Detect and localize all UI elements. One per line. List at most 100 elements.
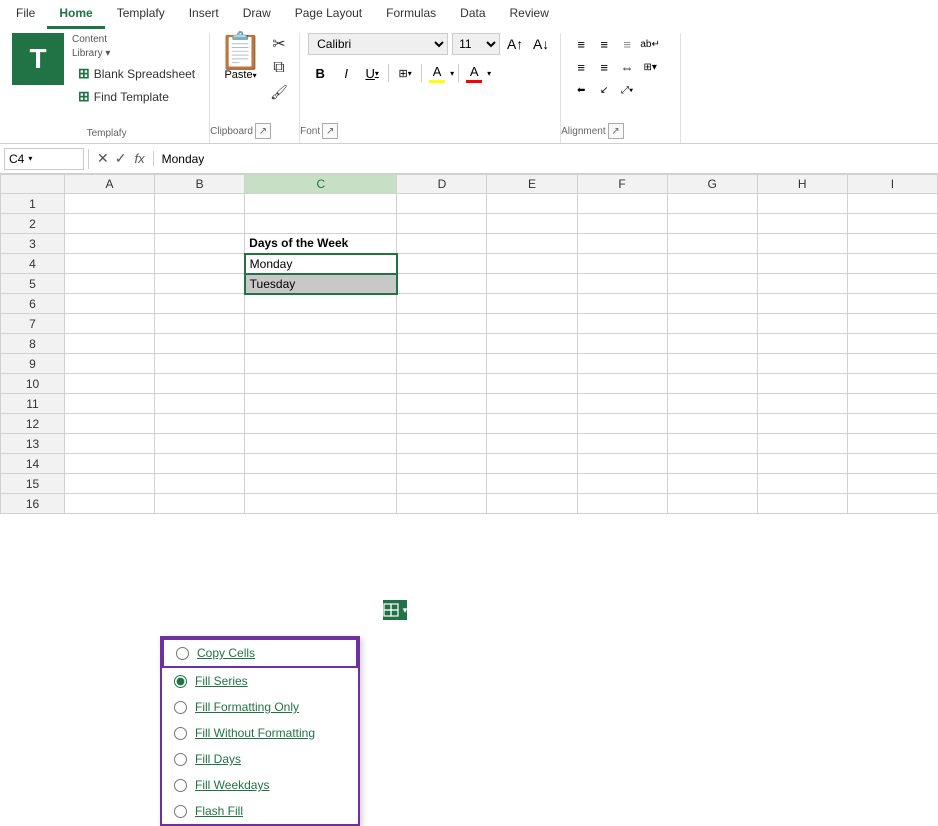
cell-i10[interactable] [847, 374, 937, 394]
cell-h16[interactable] [757, 494, 847, 514]
tab-formulas[interactable]: Formulas [374, 0, 448, 29]
cell-a1[interactable] [65, 194, 155, 214]
cell-e4[interactable] [487, 254, 577, 274]
cell-c15[interactable] [245, 474, 397, 494]
cell-c14[interactable] [245, 454, 397, 474]
cell-a10[interactable] [65, 374, 155, 394]
cell-b6[interactable] [155, 294, 245, 314]
font-shrink-button[interactable]: A↓ [530, 33, 552, 55]
cell-i12[interactable] [847, 414, 937, 434]
cell-d8[interactable] [397, 334, 487, 354]
cell-g13[interactable] [667, 434, 757, 454]
cell-b11[interactable] [155, 394, 245, 414]
cell-c7[interactable] [245, 314, 397, 334]
wrap-text-button[interactable]: ab↵ [638, 33, 662, 55]
cell-g10[interactable] [667, 374, 757, 394]
cell-f8[interactable] [577, 334, 667, 354]
cell-g3[interactable] [667, 234, 757, 254]
fill-option-fill-weekdays[interactable]: Fill Weekdays [162, 772, 358, 798]
cell-e11[interactable] [487, 394, 577, 414]
cell-a13[interactable] [65, 434, 155, 454]
italic-button[interactable]: I [334, 62, 358, 84]
cell-b9[interactable] [155, 354, 245, 374]
cancel-formula-button[interactable]: ✕ [97, 150, 109, 167]
name-box[interactable]: C4 ▾ [4, 148, 84, 170]
cell-g4[interactable] [667, 254, 757, 274]
cell-a14[interactable] [65, 454, 155, 474]
cell-b3[interactable] [155, 234, 245, 254]
cell-c9[interactable] [245, 354, 397, 374]
merge-button[interactable]: ⊞▾ [638, 56, 662, 78]
cell-f2[interactable] [577, 214, 667, 234]
fill-option-fill-formatting-only[interactable]: Fill Formatting Only [162, 694, 358, 720]
col-header-c[interactable]: C [245, 175, 397, 194]
cell-g8[interactable] [667, 334, 757, 354]
name-box-dropdown[interactable]: ▾ [28, 154, 32, 163]
cell-a8[interactable] [65, 334, 155, 354]
fill-option-copy-cells[interactable]: Copy Cells [162, 638, 358, 668]
cell-b2[interactable] [155, 214, 245, 234]
highlight-color-button[interactable]: A [426, 63, 448, 84]
cell-c6[interactable] [245, 294, 397, 314]
cell-g16[interactable] [667, 494, 757, 514]
cell-h9[interactable] [757, 354, 847, 374]
font-size-select[interactable]: 11 [452, 33, 500, 55]
cell-e2[interactable] [487, 214, 577, 234]
cell-d3[interactable] [397, 234, 487, 254]
cell-i8[interactable] [847, 334, 937, 354]
cell-f16[interactable] [577, 494, 667, 514]
cell-a6[interactable] [65, 294, 155, 314]
cell-c2[interactable] [245, 214, 397, 234]
tab-templafy[interactable]: Templafy [105, 0, 177, 29]
cell-b10[interactable] [155, 374, 245, 394]
align-center-button[interactable]: ≡ [592, 56, 616, 78]
cell-i13[interactable] [847, 434, 937, 454]
cell-h8[interactable] [757, 334, 847, 354]
cell-f4[interactable] [577, 254, 667, 274]
highlight-dropdown[interactable]: ▾ [450, 69, 454, 78]
cell-e15[interactable] [487, 474, 577, 494]
cell-e6[interactable] [487, 294, 577, 314]
cell-b1[interactable] [155, 194, 245, 214]
font-grow-button[interactable]: A↑ [504, 33, 526, 55]
tab-draw[interactable]: Draw [231, 0, 283, 29]
fill-formatting-only-radio[interactable] [174, 701, 187, 714]
cell-c12[interactable] [245, 414, 397, 434]
cell-b7[interactable] [155, 314, 245, 334]
col-header-g[interactable]: G [667, 175, 757, 194]
cell-d7[interactable] [397, 314, 487, 334]
cell-h4[interactable] [757, 254, 847, 274]
cell-h10[interactable] [757, 374, 847, 394]
cell-f9[interactable] [577, 354, 667, 374]
cell-h11[interactable] [757, 394, 847, 414]
cell-b13[interactable] [155, 434, 245, 454]
indent-right-button[interactable]: ↙ [592, 79, 616, 101]
cell-f12[interactable] [577, 414, 667, 434]
cell-i2[interactable] [847, 214, 937, 234]
cell-i9[interactable] [847, 354, 937, 374]
cell-i15[interactable] [847, 474, 937, 494]
cell-h3[interactable] [757, 234, 847, 254]
autofill-options-button[interactable]: ▾ [382, 599, 408, 621]
cell-d2[interactable] [397, 214, 487, 234]
cell-f11[interactable] [577, 394, 667, 414]
templafy-icon[interactable]: T [12, 33, 64, 85]
cell-f15[interactable] [577, 474, 667, 494]
cell-f7[interactable] [577, 314, 667, 334]
cell-e10[interactable] [487, 374, 577, 394]
cell-f14[interactable] [577, 454, 667, 474]
cell-g7[interactable] [667, 314, 757, 334]
cell-i16[interactable] [847, 494, 937, 514]
formula-input[interactable] [154, 144, 938, 173]
cell-d13[interactable] [397, 434, 487, 454]
cell-f3[interactable] [577, 234, 667, 254]
tab-review[interactable]: Review [498, 0, 561, 29]
bold-button[interactable]: B [308, 62, 332, 84]
cell-c13[interactable] [245, 434, 397, 454]
align-left-top-button[interactable]: ≡ [569, 33, 593, 55]
fill-option-flash-fill[interactable]: Flash Fill [162, 798, 358, 824]
tab-home[interactable]: Home [47, 0, 104, 29]
paste-button[interactable]: 📋 Paste▾ [218, 33, 263, 99]
cell-d4[interactable] [397, 254, 487, 274]
col-header-h[interactable]: H [757, 175, 847, 194]
